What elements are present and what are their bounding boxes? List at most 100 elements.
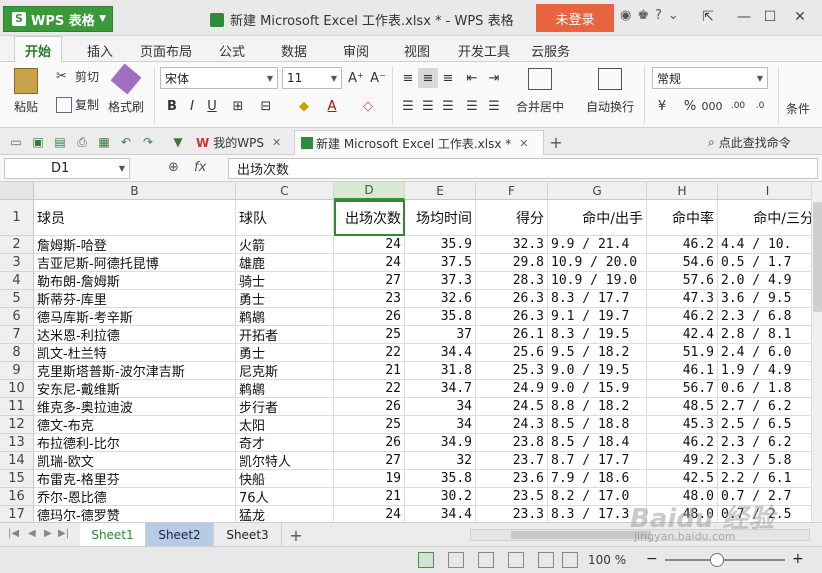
table-cell[interactable]: 22 [334,380,405,398]
table-cell[interactable]: 开拓者 [236,326,334,344]
table-cell[interactable]: 46.2 [647,236,718,254]
table-cell[interactable]: 8.3 / 17.7 [548,290,647,308]
print-preview-icon[interactable]: ▦ [96,134,112,150]
table-cell[interactable]: 9.0 / 19.5 [548,362,647,380]
table-cell[interactable]: 7.9 / 18.6 [548,470,647,488]
table-cell[interactable]: 32.6 [405,290,476,308]
table-cell[interactable]: 勇士 [236,344,334,362]
tab-formulas[interactable]: 公式 [219,41,245,60]
tab-data[interactable]: 数据 [281,41,307,60]
table-cell[interactable]: 54.6 [647,254,718,272]
table-cell[interactable]: 凯瑞-欧文 [34,452,236,470]
zoom-level[interactable]: 100 % [588,553,626,567]
merge-cells-icon[interactable]: ⊟ [256,96,276,116]
header-cell[interactable]: 命中率 [647,200,718,236]
tab-review[interactable]: 审阅 [343,41,369,60]
wps-menu-button[interactable]: S WPS 表格 ▼ [3,6,113,32]
row-header[interactable]: 13 [0,434,34,452]
formula-input[interactable]: 出场次数 [228,158,818,179]
eye-protect-icon[interactable] [538,552,554,568]
row-header[interactable]: 11 [0,398,34,416]
header-cell[interactable]: 场均时间 [405,200,476,236]
comma-style-icon[interactable]: 000 [702,96,723,116]
wrap-text-button[interactable]: 自动换行 [586,68,634,115]
table-cell[interactable]: 34.4 [405,506,476,522]
header-cell[interactable]: 得分 [476,200,548,236]
table-cell[interactable]: 布雷克-格里芬 [34,470,236,488]
column-header-d[interactable]: D [334,182,405,200]
conditional-format-button[interactable]: 条件 [786,100,810,117]
table-cell[interactable]: 2.4 / 6.0 [718,344,811,362]
table-cell[interactable]: 布拉德利-比尔 [34,434,236,452]
font-name-select[interactable]: 宋体 ▼ [160,67,278,89]
table-cell[interactable]: 奇才 [236,434,334,452]
table-cell[interactable]: 德马库斯-考辛斯 [34,308,236,326]
table-cell[interactable]: 维克多-奥拉迪波 [34,398,236,416]
table-cell[interactable]: 勒布朗-詹姆斯 [34,272,236,290]
fill-color-icon[interactable]: ◆ [294,96,314,116]
column-header-i[interactable]: I [718,182,811,200]
zoom-slider[interactable] [665,559,785,561]
table-cell[interactable]: 尼克斯 [236,362,334,380]
table-cell[interactable]: 32.3 [476,236,548,254]
scroll-thumb[interactable] [813,202,822,312]
table-cell[interactable]: 29.8 [476,254,548,272]
align-left-icon[interactable]: ☰ [398,96,418,116]
table-cell[interactable]: 2.7 / 6.2 [718,398,811,416]
border-icon[interactable]: ⊞ [228,96,248,116]
table-cell[interactable]: 凯文-杜兰特 [34,344,236,362]
align-middle-icon[interactable]: ≡ [418,68,438,88]
sheet-tab-2[interactable]: Sheet2 [146,523,214,547]
number-format-select[interactable]: 常规 ▼ [652,67,768,89]
row-header[interactable]: 1 [0,200,34,236]
table-cell[interactable]: 46.2 [647,308,718,326]
row-header[interactable]: 6 [0,308,34,326]
percent-icon[interactable]: % [680,96,700,116]
table-cell[interactable]: 76人 [236,488,334,506]
last-sheet-icon[interactable]: ▶| [58,528,69,539]
table-cell[interactable]: 26.3 [476,290,548,308]
tab-page-layout[interactable]: 页面布局 [140,41,192,60]
row-header[interactable]: 17 [0,506,34,522]
table-cell[interactable]: 42.4 [647,326,718,344]
header-cell[interactable]: 出场次数 [334,200,405,236]
table-cell[interactable]: 35.9 [405,236,476,254]
table-cell[interactable]: 26 [334,308,405,326]
table-cell[interactable]: 21 [334,488,405,506]
login-button[interactable]: 未登录 [536,4,614,32]
print-icon[interactable]: ⎙ [74,134,90,150]
row-header[interactable]: 5 [0,290,34,308]
redo-icon[interactable]: ↷ [140,134,156,150]
table-cell[interactable]: 2.5 / 6.5 [718,416,811,434]
table-cell[interactable]: 0.5 / 1.7 [718,254,811,272]
reading-mode-icon[interactable] [508,552,524,568]
table-cell[interactable]: 鹈鹕 [236,308,334,326]
row-header[interactable]: 12 [0,416,34,434]
zoom-formula-icon[interactable]: ⊕ [168,160,179,175]
table-cell[interactable]: 47.3 [647,290,718,308]
table-cell[interactable]: 37.5 [405,254,476,272]
table-cell[interactable]: 32 [405,452,476,470]
table-cell[interactable]: 23 [334,290,405,308]
table-cell[interactable]: 安东尼-戴维斯 [34,380,236,398]
table-cell[interactable]: 9.1 / 19.7 [548,308,647,326]
table-cell[interactable]: 9.5 / 18.2 [548,344,647,362]
tab-view[interactable]: 视图 [404,41,430,60]
table-cell[interactable]: 23.5 [476,488,548,506]
shirt-icon[interactable]: ♚ [637,8,649,23]
tab-developer[interactable]: 开发工具 [458,41,510,60]
open-folder-icon[interactable]: ▭ [8,134,24,150]
row-header[interactable]: 16 [0,488,34,506]
table-cell[interactable]: 23.6 [476,470,548,488]
table-cell[interactable]: 2.3 / 5.8 [718,452,811,470]
table-cell[interactable]: 48.5 [647,398,718,416]
column-header-f[interactable]: F [476,182,548,200]
table-cell[interactable]: 37 [405,326,476,344]
indent-increase-icon[interactable]: ⇥ [484,68,504,88]
row-header[interactable]: 8 [0,344,34,362]
row-header[interactable]: 2 [0,236,34,254]
tab-my-wps[interactable]: W 我的WPS ✕ [190,130,287,155]
table-cell[interactable]: 8.5 / 18.8 [548,416,647,434]
table-cell[interactable]: 德玛尔-德罗赞 [34,506,236,522]
table-cell[interactable]: 35.8 [405,308,476,326]
